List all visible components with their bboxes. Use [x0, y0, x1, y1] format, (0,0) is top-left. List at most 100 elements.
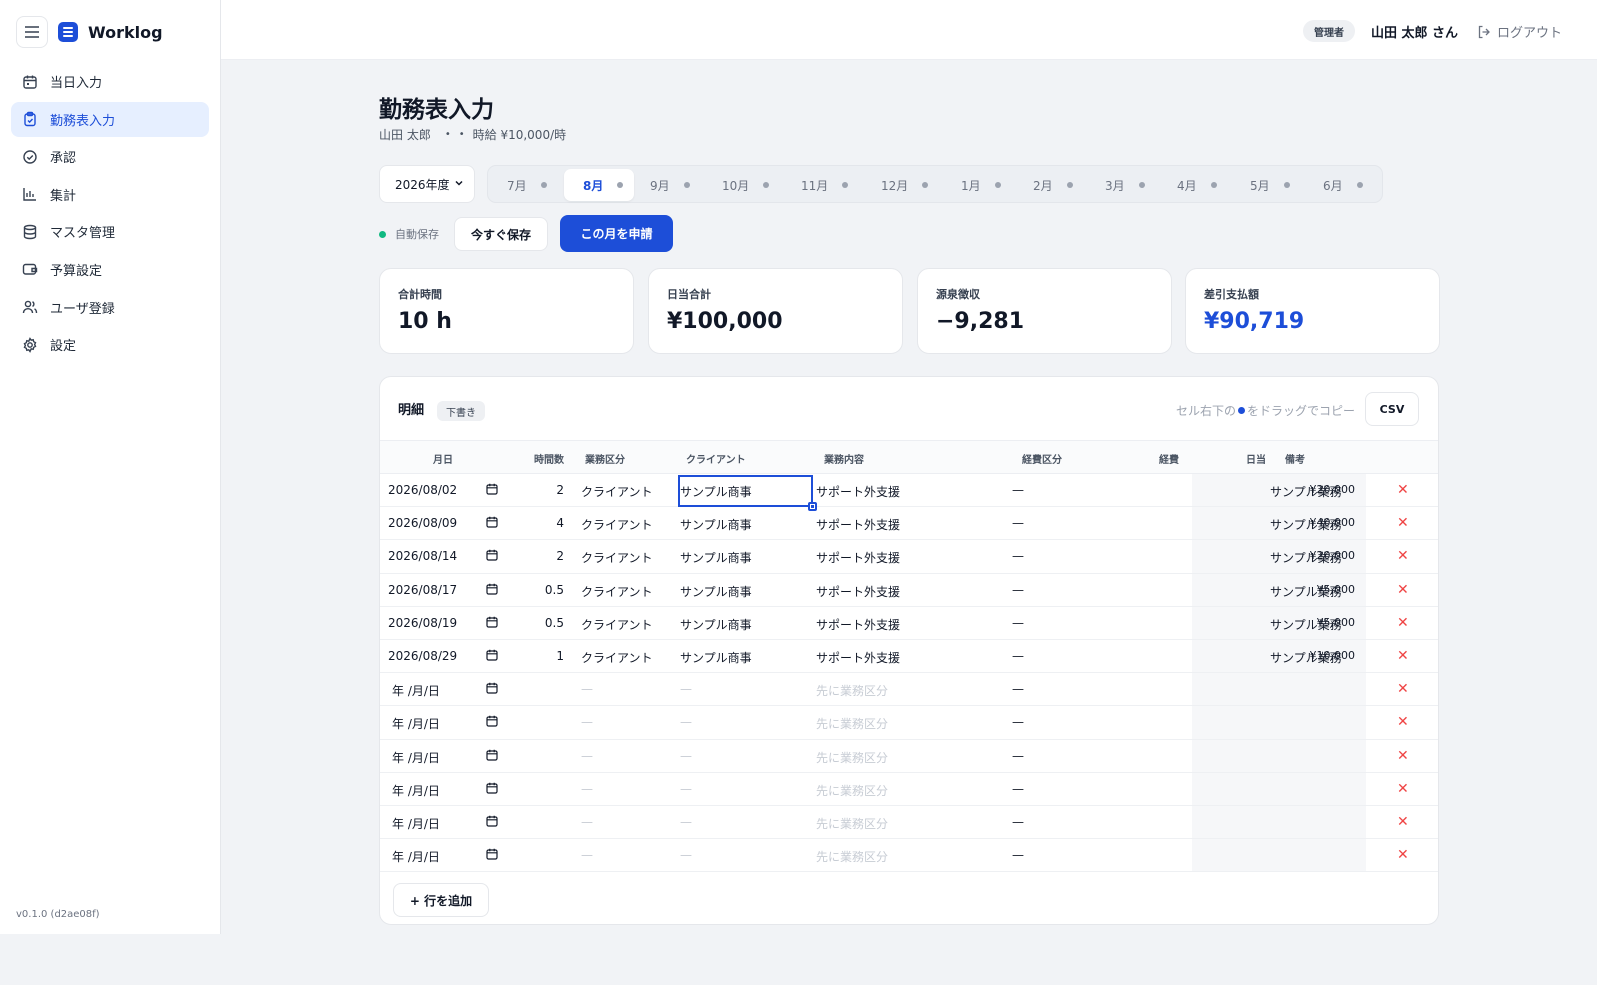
hours-input[interactable]: 0.5 [510, 616, 564, 630]
date-input[interactable]: 年 /月/日 [392, 848, 440, 865]
delete-row-icon[interactable]: ✕ [1397, 847, 1409, 863]
work-select[interactable]: 先に業務区分 [816, 749, 888, 766]
work-select[interactable]: サポート外支援 [816, 549, 900, 566]
work-select[interactable]: 先に業務区分 [816, 848, 888, 865]
tab-month-7[interactable]: 7月 [488, 169, 560, 201]
tab-month-10[interactable]: 10月 [703, 169, 783, 201]
save-now-button[interactable]: 今すぐ保存 [454, 217, 548, 251]
tab-month-8[interactable]: 8月 [564, 169, 634, 201]
delete-row-icon[interactable]: ✕ [1397, 714, 1409, 730]
calendar-icon[interactable] [486, 749, 498, 764]
expense-type-select[interactable]: — [1012, 583, 1024, 597]
delete-row-icon[interactable]: ✕ [1397, 515, 1409, 531]
sidebar-item-budget[interactable]: 予算設定 [11, 252, 209, 287]
tab-month-9[interactable]: 9月 [631, 169, 703, 201]
date-input[interactable]: 2026/08/29 [388, 649, 457, 663]
note-input[interactable]: サンプル業務 [1270, 483, 1342, 500]
sidebar-item-timesheet[interactable]: 勤務表入力 [11, 101, 209, 137]
submit-month-button[interactable]: この月を申請 [560, 215, 673, 252]
category-select[interactable]: クライアント [581, 583, 653, 600]
client-select[interactable]: サンプル商事 [680, 616, 752, 633]
delete-row-icon[interactable]: ✕ [1397, 582, 1409, 598]
sidebar-item-master[interactable]: マスタ管理 [11, 214, 209, 249]
date-input[interactable]: 年 /月/日 [392, 782, 440, 799]
sidebar-item-summary[interactable]: 集計 [11, 177, 209, 212]
date-input[interactable]: 2026/08/19 [388, 616, 457, 630]
tab-month-5[interactable]: 5月 [1231, 169, 1303, 201]
add-row-button[interactable]: + 行を追加 [393, 883, 489, 917]
note-input[interactable]: サンプル業務 [1270, 649, 1342, 666]
client-select[interactable]: — [680, 682, 692, 696]
delete-row-icon[interactable]: ✕ [1397, 482, 1409, 498]
category-select[interactable]: クライアント [581, 616, 653, 633]
date-input[interactable]: 年 /月/日 [392, 682, 440, 699]
calendar-icon[interactable] [486, 715, 498, 730]
work-select[interactable]: サポート外支援 [816, 583, 900, 600]
work-select[interactable]: サポート外支援 [816, 649, 900, 666]
date-input[interactable]: 2026/08/17 [388, 583, 457, 597]
expense-type-select[interactable]: — [1012, 516, 1024, 530]
expense-type-select[interactable]: — [1012, 483, 1024, 497]
tab-month-12[interactable]: 12月 [862, 169, 942, 201]
sidebar-item-daily-input[interactable]: 当日入力 [11, 64, 209, 99]
client-select[interactable]: — [680, 848, 692, 862]
calendar-icon[interactable] [486, 583, 498, 598]
date-input[interactable]: 2026/08/09 [388, 516, 457, 530]
delete-row-icon[interactable]: ✕ [1397, 648, 1409, 664]
tab-month-1[interactable]: 1月 [942, 169, 1014, 201]
logout-link[interactable]: ログアウト [1477, 22, 1562, 41]
tab-month-4[interactable]: 4月 [1158, 169, 1230, 201]
csv-export-button[interactable]: CSV [1365, 392, 1419, 426]
calendar-icon[interactable] [486, 649, 498, 664]
client-select[interactable]: — [680, 715, 692, 729]
category-select[interactable]: — [581, 815, 593, 829]
delete-row-icon[interactable]: ✕ [1397, 681, 1409, 697]
delete-row-icon[interactable]: ✕ [1397, 615, 1409, 631]
category-select[interactable]: クライアント [581, 516, 653, 533]
client-select[interactable]: サンプル商事 [680, 549, 752, 566]
fiscal-year-select[interactable]: 2026年度 [379, 165, 475, 203]
tab-month-2[interactable]: 2月 [1014, 169, 1086, 201]
category-select[interactable]: — [581, 682, 593, 696]
client-select[interactable]: — [680, 749, 692, 763]
expense-type-select[interactable]: — [1012, 815, 1024, 829]
calendar-icon[interactable] [486, 549, 498, 564]
client-select[interactable]: サンプル商事 [680, 649, 752, 666]
category-select[interactable]: — [581, 715, 593, 729]
expense-type-select[interactable]: — [1012, 749, 1024, 763]
work-select[interactable]: 先に業務区分 [816, 782, 888, 799]
work-select[interactable]: 先に業務区分 [816, 682, 888, 699]
date-input[interactable]: 年 /月/日 [392, 749, 440, 766]
sidebar-item-settings[interactable]: 設定 [11, 327, 209, 362]
delete-row-icon[interactable]: ✕ [1397, 748, 1409, 764]
expense-type-select[interactable]: — [1012, 649, 1024, 663]
hamburger-menu-button[interactable] [16, 16, 48, 48]
date-input[interactable]: 2026/08/14 [388, 549, 457, 563]
sidebar-item-users[interactable]: ユーザ登録 [11, 290, 209, 325]
expense-type-select[interactable]: — [1012, 715, 1024, 729]
hours-input[interactable]: 0.5 [510, 583, 564, 597]
note-input[interactable]: サンプル業務 [1270, 616, 1342, 633]
work-select[interactable]: 先に業務区分 [816, 715, 888, 732]
note-input[interactable]: サンプル業務 [1270, 516, 1342, 533]
calendar-icon[interactable] [486, 782, 498, 797]
sidebar-item-approval[interactable]: 承認 [11, 139, 209, 174]
note-input[interactable]: サンプル業務 [1270, 583, 1342, 600]
calendar-icon[interactable] [486, 516, 498, 531]
date-input[interactable]: 年 /月/日 [392, 815, 440, 832]
category-select[interactable]: — [581, 749, 593, 763]
work-select[interactable]: サポート外支援 [816, 483, 900, 500]
category-select[interactable]: クライアント [581, 483, 653, 500]
expense-type-select[interactable]: — [1012, 682, 1024, 696]
category-select[interactable]: — [581, 782, 593, 796]
calendar-icon[interactable] [486, 848, 498, 863]
calendar-icon[interactable] [486, 483, 498, 498]
calendar-icon[interactable] [486, 682, 498, 697]
category-select[interactable]: クライアント [581, 549, 653, 566]
hours-input[interactable]: 1 [510, 649, 564, 663]
client-select[interactable]: — [680, 815, 692, 829]
expense-type-select[interactable]: — [1012, 848, 1024, 862]
expense-type-select[interactable]: — [1012, 549, 1024, 563]
client-select[interactable]: サンプル商事 [680, 583, 752, 600]
delete-row-icon[interactable]: ✕ [1397, 548, 1409, 564]
